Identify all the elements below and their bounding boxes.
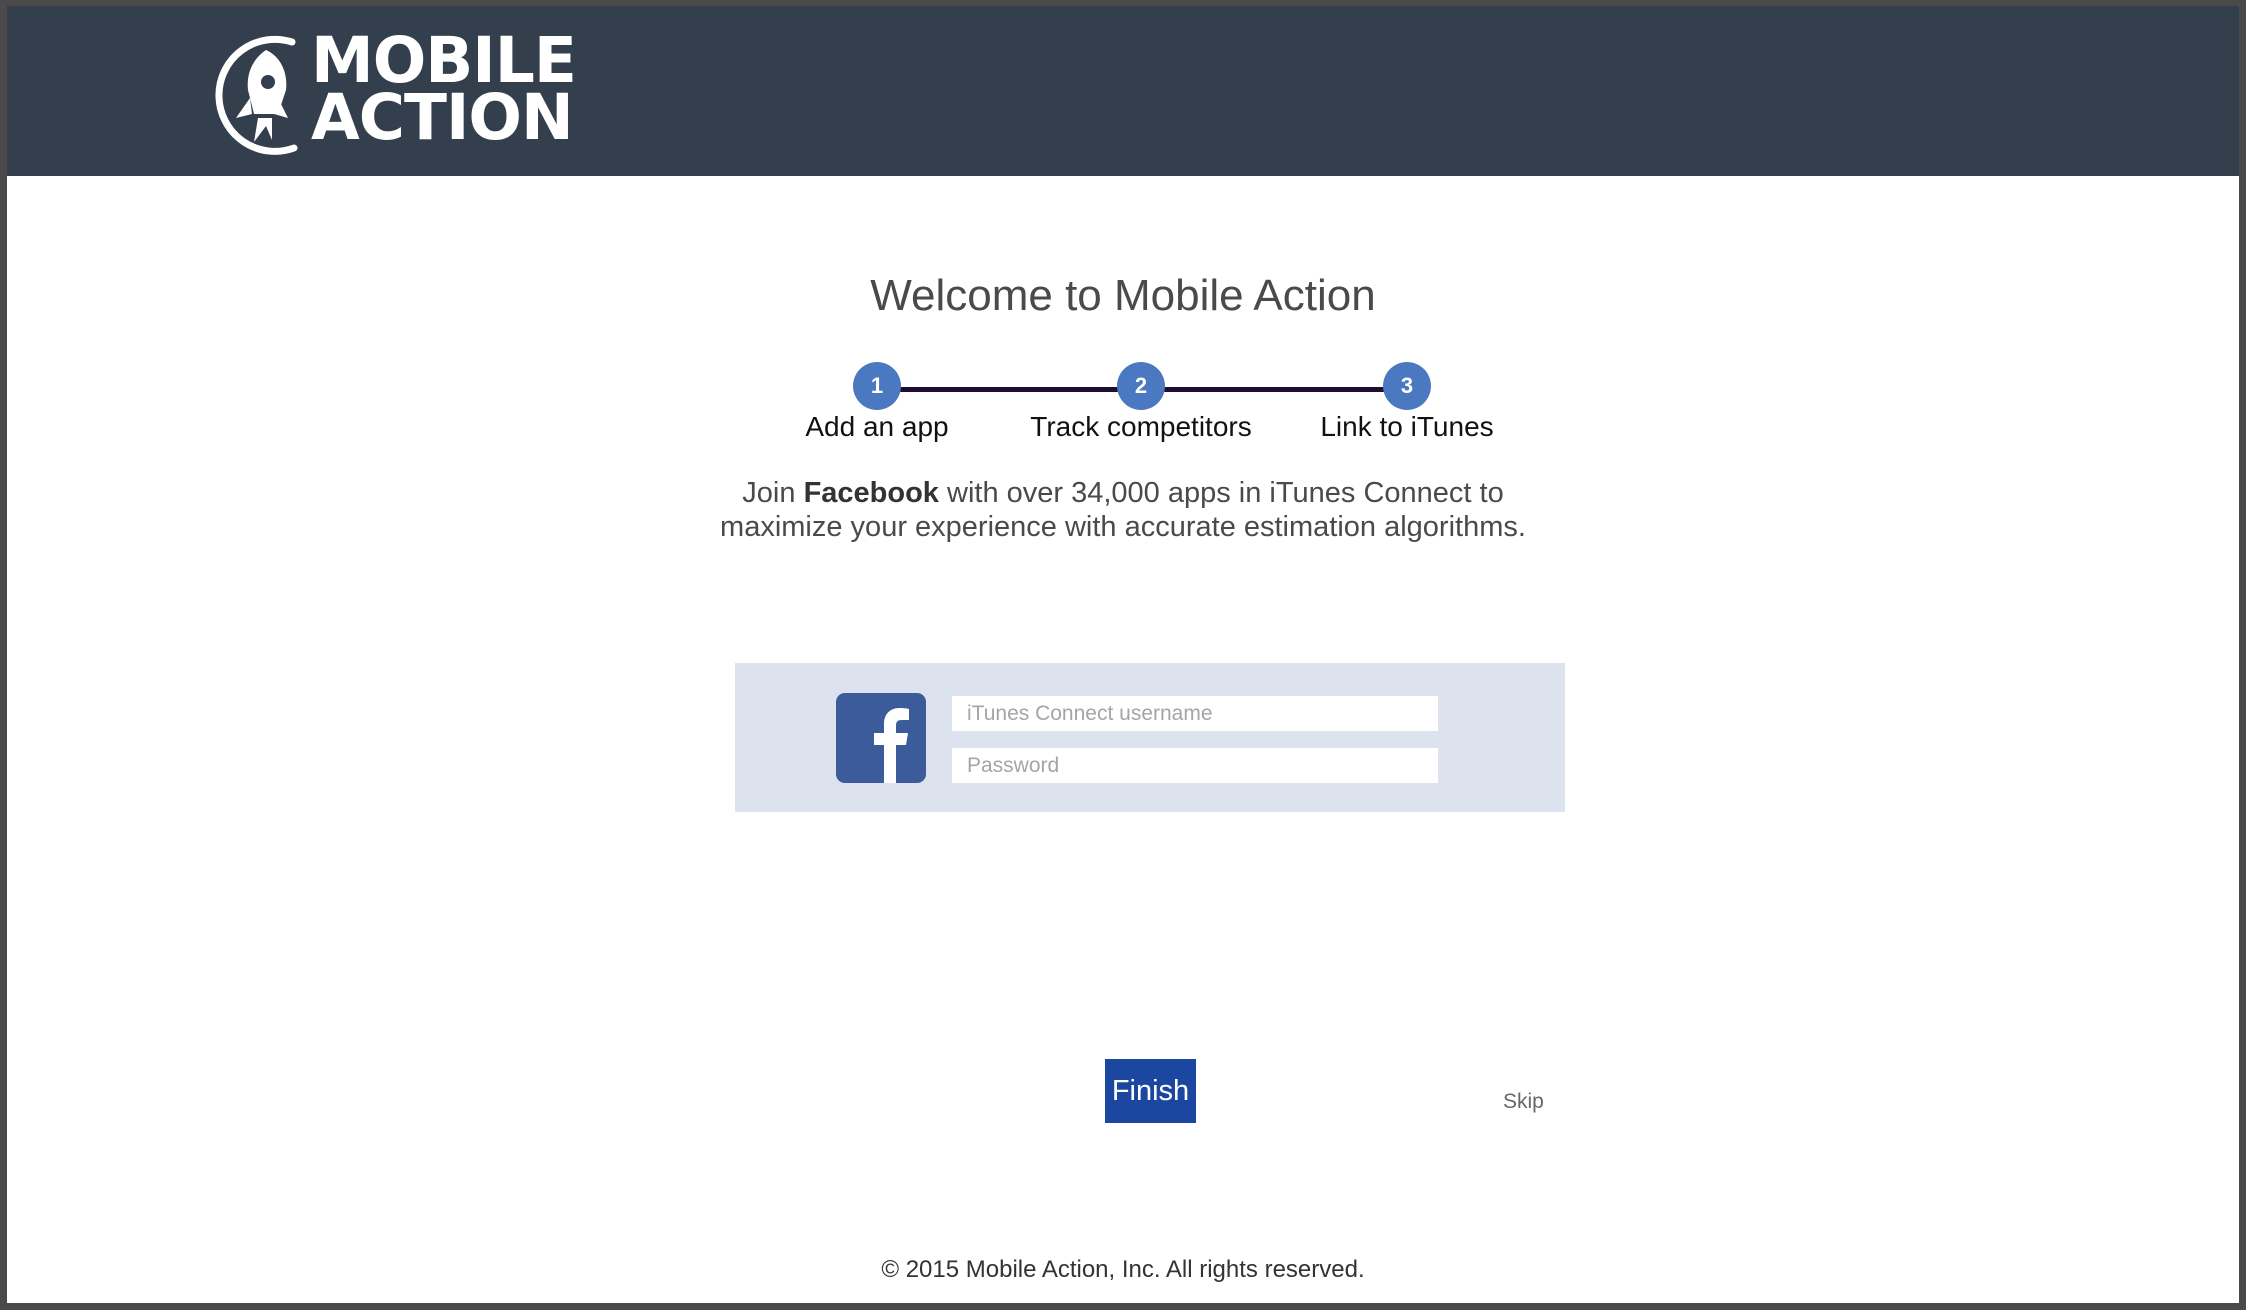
mobile-action-logo[interactable]: MOBILE ACTION bbox=[214, 29, 594, 156]
skip-link[interactable]: Skip bbox=[1503, 1090, 1544, 1114]
intro-app-name: Facebook bbox=[803, 477, 939, 509]
itunes-login-panel bbox=[735, 663, 1565, 812]
itunes-username-input[interactable] bbox=[952, 696, 1438, 731]
facebook-icon bbox=[836, 693, 926, 783]
step-3-circle: 3 bbox=[1383, 362, 1431, 410]
onboarding-stepper: 1 2 3 Add an app Track competitors Link … bbox=[787, 356, 1527, 446]
intro-line-2: maximize your experience with accurate e… bbox=[720, 511, 1526, 543]
step-1-label: Add an app bbox=[805, 411, 949, 442]
intro-suffix: with over 34,000 apps in iTunes Connect … bbox=[938, 477, 1504, 509]
copyright-footer: © 2015 Mobile Action, Inc. All rights re… bbox=[881, 1256, 1365, 1283]
page-title: Welcome to Mobile Action bbox=[870, 271, 1376, 320]
finish-button[interactable]: Finish bbox=[1105, 1059, 1196, 1123]
step-2-circle: 2 bbox=[1117, 362, 1165, 410]
step-2-label: Track competitors bbox=[1030, 411, 1252, 442]
intro-line-1: Join Facebook with over 34,000 apps in i… bbox=[7, 476, 2239, 510]
rocket-icon bbox=[215, 35, 298, 155]
logo-wordmark: MOBILE ACTION bbox=[311, 29, 577, 154]
itunes-password-input[interactable] bbox=[952, 748, 1438, 783]
step-1-circle: 1 bbox=[853, 362, 901, 410]
app-window: MOBILE ACTION Welcome to Mobile Action 1… bbox=[0, 0, 2246, 1310]
logo-line-2: ACTION bbox=[311, 81, 574, 154]
top-header: MOBILE ACTION bbox=[7, 6, 2239, 176]
step-3-label: Link to iTunes bbox=[1320, 411, 1494, 442]
intro-text: Join Facebook with over 34,000 apps in i… bbox=[7, 476, 2239, 544]
intro-prefix: Join bbox=[742, 477, 804, 509]
step-connector-1 bbox=[875, 387, 1145, 392]
